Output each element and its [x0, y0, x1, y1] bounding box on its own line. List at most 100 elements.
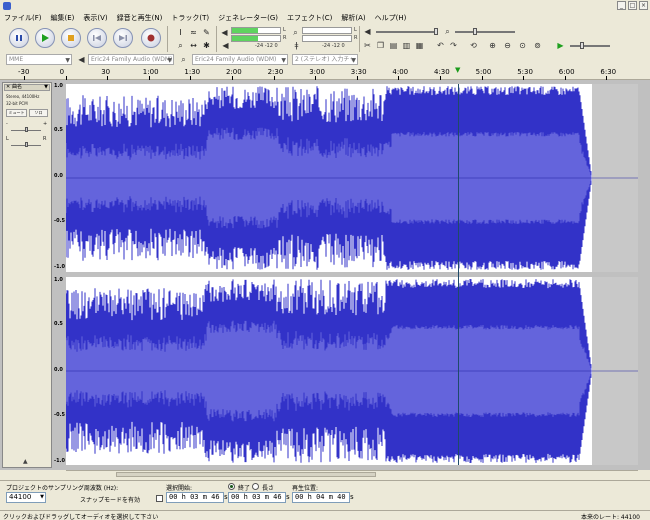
speaker-meter-icon[interactable]: ◀	[219, 27, 230, 38]
zoom-out-icon[interactable]: ⊖	[502, 40, 513, 51]
play-speed-track	[570, 45, 610, 47]
microphone-icon: ǂ	[294, 41, 299, 50]
input-volume-slider[interactable]	[473, 28, 477, 35]
close-icon[interactable]: ✕	[6, 85, 10, 90]
chevron-down-icon: ▼	[351, 57, 356, 64]
snap-mode-checkbox[interactable]	[156, 495, 163, 502]
selection-tool-icon[interactable]: I	[175, 27, 186, 38]
trim-icon[interactable]: ▥	[401, 40, 412, 51]
chevron-down-icon: ▼	[167, 57, 172, 64]
scale-label: 0.0	[54, 173, 63, 179]
selection-end-time[interactable]: 00 h 03 m 46 s	[228, 492, 290, 503]
menu-edit[interactable]: 編集(E)	[51, 12, 75, 24]
gain-slider[interactable]	[25, 127, 28, 132]
multi-tool-icon[interactable]: ✱	[201, 40, 212, 51]
end-radio[interactable]	[228, 483, 235, 490]
maximize-button[interactable]: □	[628, 1, 637, 10]
input-device-icon: ⌕	[181, 55, 186, 64]
length-radio-label: 長さ	[262, 485, 275, 492]
minimize-button[interactable]: _	[617, 1, 626, 10]
record-icon	[147, 34, 155, 42]
skip-end-icon	[119, 35, 127, 41]
collapse-track-icon[interactable]: ▲	[23, 458, 28, 465]
menu-view[interactable]: 表示(V)	[83, 12, 107, 24]
horizontal-scrollbar[interactable]	[66, 470, 638, 478]
meter-label-r: R	[283, 35, 287, 41]
end-radio-label: 終了	[238, 485, 251, 492]
close-button[interactable]: ×	[639, 1, 648, 10]
timeshift-tool-icon[interactable]: ↔	[188, 40, 199, 51]
scale-label: -1.0	[54, 264, 65, 270]
mic-meter-icon[interactable]: ⌕	[290, 27, 301, 38]
fit-selection-icon[interactable]: ⊙	[517, 40, 528, 51]
solo-button[interactable]: ソロ	[29, 109, 48, 117]
scale-label: 0.0	[54, 367, 63, 373]
play-marker-icon: ▼	[455, 66, 461, 74]
redo-icon[interactable]: ↷	[448, 40, 459, 51]
input-device-select[interactable]: Eric24 Family Audio (WDM) ▼	[192, 54, 288, 65]
sync-lock-icon[interactable]: ⟲	[468, 40, 479, 51]
ruler-tick-label: 4:00	[392, 68, 409, 76]
length-radio[interactable]	[252, 483, 259, 490]
menu-transport[interactable]: 録音と再生(N)	[117, 12, 163, 24]
draw-tool-icon[interactable]: ✎	[201, 27, 212, 38]
chevron-down-icon: ▼	[44, 84, 48, 90]
amplitude-scale-ch2: 1.0 0.5 0.0 -0.5 -1.0	[53, 277, 66, 465]
menu-analyze[interactable]: 解析(A)	[341, 12, 365, 24]
track-info-bits: 32-bit PCM	[6, 101, 28, 106]
copy-icon[interactable]: ❐	[375, 40, 386, 51]
speaker-icon: ◀	[222, 41, 229, 50]
menu-effect[interactable]: エフェクト(C)	[287, 12, 332, 24]
meter-label-l: L	[283, 27, 286, 33]
pan-slider[interactable]	[25, 142, 28, 147]
record-button[interactable]	[141, 28, 161, 48]
menu-generate[interactable]: ジェネレーター(G)	[218, 12, 278, 24]
title-bar: _ □ ×	[0, 0, 650, 12]
audio-position-time[interactable]: 00 h 04 m 40 s	[292, 492, 354, 503]
menu-tracks[interactable]: トラック(T)	[171, 12, 209, 24]
stop-button[interactable]	[61, 28, 81, 48]
project-rate-select[interactable]: 44100 ▼	[6, 492, 46, 503]
timeline-ruler[interactable]: ▼ -30 0 30 1:00 1:30 2:00 2:30 3:00 3:30 4:00 4:30…	[0, 66, 650, 80]
playback-meter-right	[231, 35, 281, 42]
audio-host-select[interactable]: MME ▼	[6, 54, 72, 65]
gain-plus-label: +	[43, 121, 48, 127]
status-message: クリックおよびドラッグしてオーディオを選択して下さい	[3, 514, 159, 520]
waveform-channel-right[interactable]	[66, 277, 638, 465]
ruler-tick-label: 1:00	[142, 68, 159, 76]
menu-file[interactable]: ファイル(F)	[4, 12, 42, 24]
skip-end-button[interactable]	[113, 28, 133, 48]
envelope-tool-icon[interactable]: ≈	[188, 27, 199, 38]
mute-button[interactable]: ミュート	[6, 109, 27, 117]
playback-meter-scale: -24 -12 0	[255, 43, 278, 49]
output-device-select[interactable]: Eric24 Family Audio (WDM) ▼	[88, 54, 174, 65]
zoom-tool-icon[interactable]: ⌕	[175, 40, 186, 51]
play-button[interactable]	[35, 28, 55, 48]
fit-project-icon[interactable]: ⊚	[532, 40, 543, 51]
output-volume-slider[interactable]	[434, 28, 438, 35]
paste-icon[interactable]: ▤	[388, 40, 399, 51]
scrollbar-thumb[interactable]	[116, 472, 376, 477]
input-channels-select[interactable]: 2 (ステレオ) 入力チャ ▼	[292, 54, 358, 65]
ruler-tick-label: 30	[101, 68, 111, 76]
menu-help[interactable]: ヘルプ(H)	[375, 12, 407, 24]
play-speed-slider[interactable]	[580, 42, 584, 49]
waveform-left-svg	[66, 84, 638, 272]
ruler-tick-label: 5:30	[517, 68, 533, 76]
track-name-menu[interactable]: ✕ 曲名 ▼	[4, 84, 50, 91]
undo-icon[interactable]: ↶	[435, 40, 446, 51]
silence-icon[interactable]: ▦	[414, 40, 425, 51]
rec-meter-label-r: R	[354, 35, 358, 41]
scale-label: -1.0	[54, 458, 65, 464]
toolbar: I ≈ ✎ ⌕ ↔ ✱ ◀ L R -24 -12 0 ◀ ⌕ L R -24 …	[0, 25, 650, 53]
cut-icon[interactable]: ✂	[362, 40, 373, 51]
skip-start-button[interactable]	[87, 28, 107, 48]
output-device-icon: ◀	[78, 55, 85, 64]
pause-button[interactable]	[9, 28, 29, 48]
status-bar: クリックおよびドラッグしてオーディオを選択して下さい 本来のレート: 44100	[0, 510, 650, 520]
selection-start-time[interactable]: 00 h 03 m 46 s	[166, 492, 228, 503]
skip-start-icon	[93, 35, 101, 41]
waveform-channel-left[interactable]	[66, 84, 638, 272]
play-at-speed-icon[interactable]: ▶	[555, 40, 566, 51]
zoom-in-icon[interactable]: ⊕	[487, 40, 498, 51]
